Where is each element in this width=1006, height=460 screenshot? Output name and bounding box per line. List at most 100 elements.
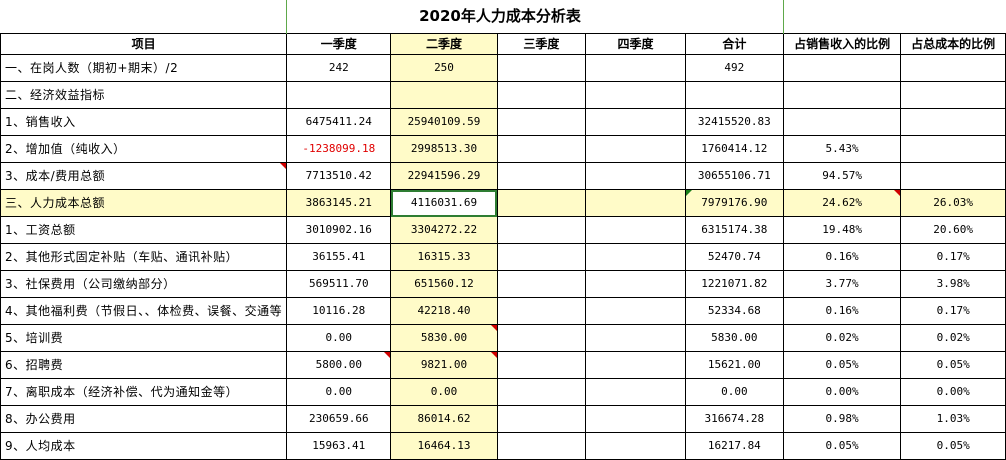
- q2-cell[interactable]: 3304272.22: [390, 216, 498, 244]
- q3-cell[interactable]: [496, 81, 587, 109]
- pct-sales-cell[interactable]: 0.16%: [782, 297, 902, 325]
- pct-cost-cell[interactable]: 3.98%: [900, 270, 1006, 298]
- pct-cost-cell[interactable]: 0.17%: [900, 297, 1006, 325]
- q4-cell[interactable]: [585, 135, 686, 163]
- q4-cell[interactable]: [585, 108, 686, 136]
- pct-sales-cell[interactable]: 19.48%: [782, 216, 902, 244]
- row-label[interactable]: 三、人力成本总额: [0, 189, 288, 217]
- q2-cell[interactable]: [390, 81, 498, 109]
- q3-cell[interactable]: [496, 189, 587, 217]
- pct-cost-cell[interactable]: [900, 54, 1006, 82]
- q3-cell[interactable]: [496, 351, 587, 379]
- q1-cell[interactable]: 242: [286, 54, 392, 82]
- q1-cell[interactable]: [286, 81, 392, 109]
- q4-cell[interactable]: [585, 81, 686, 109]
- q1-cell[interactable]: 569511.70: [286, 270, 392, 298]
- q4-cell[interactable]: [585, 351, 686, 379]
- q4-cell[interactable]: [585, 432, 686, 460]
- q1-cell[interactable]: 3863145.21: [286, 189, 392, 217]
- row-label[interactable]: 2、增加值（纯收入）: [0, 135, 288, 163]
- pct-cost-cell[interactable]: 1.03%: [900, 405, 1006, 433]
- pct-cost-cell[interactable]: [900, 162, 1006, 190]
- pct-cost-cell[interactable]: 0.17%: [900, 243, 1006, 271]
- q1-cell[interactable]: 0.00: [286, 324, 392, 352]
- q2-cell[interactable]: 5830.00: [390, 324, 498, 352]
- q4-cell[interactable]: [585, 216, 686, 244]
- pct-cost-cell[interactable]: 0.05%: [900, 351, 1006, 379]
- pct-cost-cell[interactable]: 0.05%: [900, 432, 1006, 460]
- header-q2[interactable]: 二季度: [390, 33, 498, 55]
- header-q4[interactable]: 四季度: [585, 33, 686, 55]
- row-label[interactable]: 4、其他福利费（节假日、、体检费、误餐、交通等: [0, 297, 288, 325]
- row-label[interactable]: 1、销售收入: [0, 108, 288, 136]
- pct-sales-cell[interactable]: 0.02%: [782, 324, 902, 352]
- header-pct-cost[interactable]: 占总成本的比例: [900, 33, 1006, 55]
- row-label[interactable]: 5、培训费: [0, 324, 288, 352]
- row-label[interactable]: 2、其他形式固定补贴（车贴、通讯补贴）: [0, 243, 288, 271]
- total-cell[interactable]: 5830.00: [684, 324, 784, 352]
- q2-cell[interactable]: 651560.12: [390, 270, 498, 298]
- q2-cell[interactable]: 9821.00: [390, 351, 498, 379]
- total-cell[interactable]: 7979176.90: [684, 189, 784, 217]
- total-cell[interactable]: 16217.84: [684, 432, 784, 460]
- pct-cost-cell[interactable]: 20.60%: [900, 216, 1006, 244]
- q1-cell[interactable]: 0.00: [286, 378, 392, 406]
- pct-cost-cell[interactable]: 0.02%: [900, 324, 1006, 352]
- q1-cell[interactable]: 10116.28: [286, 297, 392, 325]
- row-label[interactable]: 1、工资总额: [0, 216, 288, 244]
- total-cell[interactable]: 6315174.38: [684, 216, 784, 244]
- total-cell[interactable]: 15621.00: [684, 351, 784, 379]
- total-cell[interactable]: 30655106.71: [684, 162, 784, 190]
- total-cell[interactable]: 316674.28: [684, 405, 784, 433]
- pct-sales-cell[interactable]: 94.57%: [782, 162, 902, 190]
- row-label[interactable]: 二、经济效益指标: [0, 81, 288, 109]
- q1-cell[interactable]: 6475411.24: [286, 108, 392, 136]
- q3-cell[interactable]: [496, 108, 587, 136]
- total-cell[interactable]: 1760414.12: [684, 135, 784, 163]
- q3-cell[interactable]: [496, 297, 587, 325]
- q4-cell[interactable]: [585, 243, 686, 271]
- q3-cell[interactable]: [496, 405, 587, 433]
- q4-cell[interactable]: [585, 405, 686, 433]
- q2-cell[interactable]: 16464.13: [390, 432, 498, 460]
- q3-cell[interactable]: [496, 216, 587, 244]
- pct-sales-cell[interactable]: 3.77%: [782, 270, 902, 298]
- q1-cell[interactable]: 5800.00: [286, 351, 392, 379]
- q1-cell[interactable]: 36155.41: [286, 243, 392, 271]
- pct-cost-cell[interactable]: [900, 81, 1006, 109]
- pct-cost-cell[interactable]: [900, 135, 1006, 163]
- row-label[interactable]: 9、人均成本: [0, 432, 288, 460]
- header-pct-sales[interactable]: 占销售收入的比例: [782, 33, 902, 55]
- pct-sales-cell[interactable]: 0.16%: [782, 243, 902, 271]
- pct-sales-cell[interactable]: 24.62%: [782, 189, 902, 217]
- pct-sales-cell[interactable]: [782, 108, 902, 136]
- pct-sales-cell[interactable]: [782, 54, 902, 82]
- q1-cell[interactable]: 3010902.16: [286, 216, 392, 244]
- q3-cell[interactable]: [496, 270, 587, 298]
- pct-cost-cell[interactable]: 0.00%: [900, 378, 1006, 406]
- q3-cell[interactable]: [496, 135, 587, 163]
- header-q3[interactable]: 三季度: [496, 33, 587, 55]
- pct-sales-cell[interactable]: 0.05%: [782, 351, 902, 379]
- q2-cell[interactable]: 2998513.30: [390, 135, 498, 163]
- q4-cell[interactable]: [585, 324, 686, 352]
- row-label[interactable]: 6、招聘费: [0, 351, 288, 379]
- q2-cell[interactable]: 4116031.69: [390, 189, 498, 217]
- q4-cell[interactable]: [585, 189, 686, 217]
- title-blank-cell[interactable]: [783, 0, 901, 34]
- q2-cell[interactable]: 86014.62: [390, 405, 498, 433]
- row-label[interactable]: 8、办公费用: [0, 405, 288, 433]
- q2-cell[interactable]: 42218.40: [390, 297, 498, 325]
- total-cell[interactable]: 52470.74: [684, 243, 784, 271]
- q3-cell[interactable]: [496, 162, 587, 190]
- pct-cost-cell[interactable]: 26.03%: [900, 189, 1006, 217]
- header-total[interactable]: 合计: [684, 33, 784, 55]
- header-item[interactable]: 项目: [0, 33, 288, 55]
- total-cell[interactable]: 0.00: [684, 378, 784, 406]
- q1-cell[interactable]: 15963.41: [286, 432, 392, 460]
- row-label[interactable]: 一、在岗人数（期初+期末）/2: [0, 54, 288, 82]
- q3-cell[interactable]: [496, 324, 587, 352]
- q4-cell[interactable]: [585, 270, 686, 298]
- header-q1[interactable]: 一季度: [286, 33, 392, 55]
- title-cell[interactable]: 2020年人力成本分析表: [286, 0, 784, 34]
